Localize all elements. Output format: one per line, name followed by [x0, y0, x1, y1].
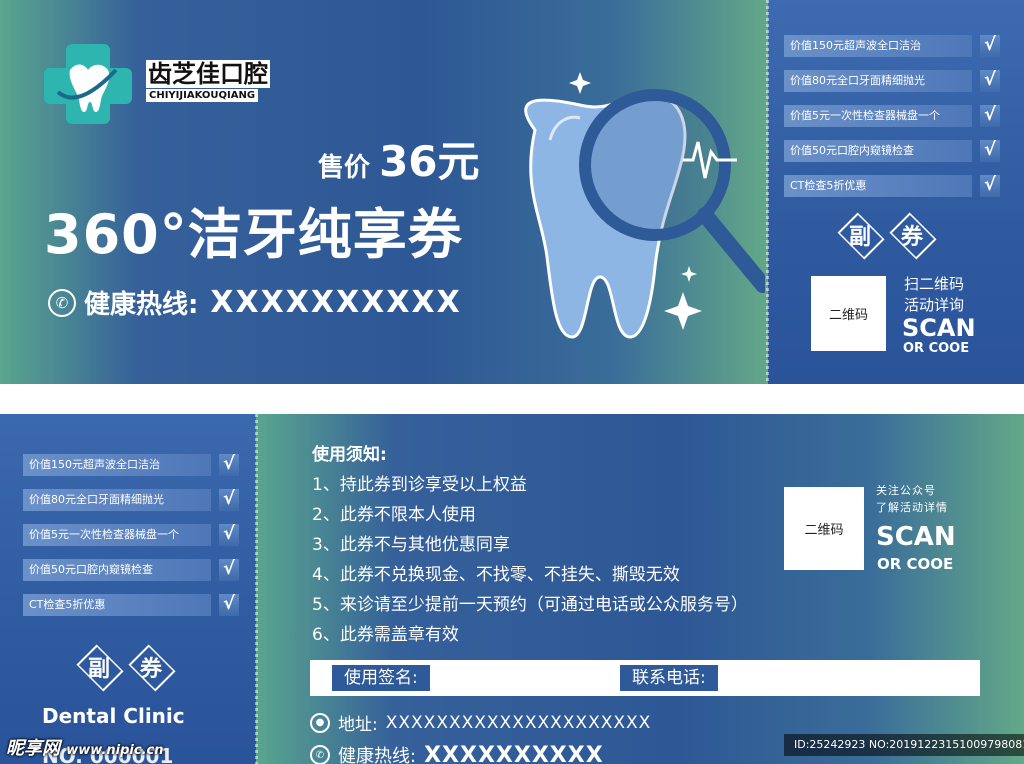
coupon-title: 360°洁牙纯享券: [44, 203, 463, 266]
check-icon: √: [219, 454, 239, 476]
diamond-icon: 副: [73, 648, 125, 686]
stub-quan: 券: [139, 657, 162, 682]
hotline-bottom: ✆ 健康热线: XXXXXXXXXX: [310, 742, 604, 764]
scan-label-bottom: SCAN: [876, 522, 956, 552]
brand-name-cn: 齿芝佳口腔: [146, 60, 270, 88]
service-label: 价值50元口腔内窥镜检查: [784, 140, 972, 162]
phone-icon: ✆: [48, 288, 76, 317]
phone-icon: ✆: [310, 745, 330, 764]
service-label: 价值5元一次性检查器械盘一个: [784, 105, 972, 127]
check-icon: √: [219, 559, 239, 581]
list-item: 价值5元一次性检查器械盘一个 √: [23, 524, 239, 546]
bottom-service-list: 价值150元超声波全口洁治 √ 价值80元全口牙面精细抛光 √ 价值5元一次性检…: [23, 454, 239, 616]
list-item: 价值5元一次性检查器械盘一个 √: [784, 105, 1000, 127]
price-prefix: 售价: [318, 153, 371, 183]
rule-item: 3、此券不与其他优惠同享: [312, 535, 510, 555]
coupon-page: 齿芝佳口腔 CHIYIJIAKOUQIANG 售价 36元 360°洁牙纯享券 …: [0, 0, 1024, 764]
check-icon: √: [219, 594, 239, 616]
service-label: 价值150元超声波全口洁治: [784, 35, 972, 57]
check-icon: √: [980, 175, 1000, 197]
clinic-name: Dental Clinic: [42, 704, 185, 728]
list-item: 价值50元口腔内窥镜检查 √: [23, 559, 239, 581]
signature-label: 使用签名:: [332, 665, 430, 691]
address-label: 地址:: [338, 715, 378, 735]
service-label: 价值80元全口牙面精细抛光: [23, 489, 211, 511]
watermark-right: ID:25242923 NO:20191223151009798081: [784, 734, 1024, 756]
tooth-magnifier-icon: [524, 72, 765, 339]
stub-fu: 副: [87, 657, 110, 682]
list-item: 价值80元全口牙面精细抛光 √: [23, 489, 239, 511]
rule-item: 6、此券需盖章有效: [312, 625, 459, 645]
rule-item: 4、此券不兑换现金、不找零、不挂失、撕毁无效: [312, 565, 680, 585]
address-value: XXXXXXXXXXXXXXXXXXXXX: [385, 712, 652, 733]
stub-badge-top: 副 券: [834, 216, 938, 254]
price-tag: 售价 36元: [318, 128, 480, 189]
qr-code-top: 二维码: [811, 276, 886, 351]
location-pin-icon: ●: [310, 712, 330, 733]
stub-badge-bottom: 副 券: [73, 648, 177, 686]
watermark-left: 昵享网 www.nipic.cn: [6, 734, 164, 760]
hotline-value: XXXXXXXXXX: [210, 285, 462, 320]
hotline-label: 健康热线:: [84, 290, 199, 320]
check-icon: √: [219, 524, 239, 546]
list-item: 价值80元全口牙面精细抛光 √: [784, 70, 1000, 92]
service-label: CT检查5折优惠: [784, 175, 972, 197]
service-label: 价值150元超声波全口洁治: [23, 454, 211, 476]
service-label: 价值5元一次性检查器械盘一个: [23, 524, 211, 546]
bottom-perforation: [255, 414, 258, 764]
list-item: CT检查5折优惠 √: [784, 175, 1000, 197]
watermark-cn: 昵享网: [6, 738, 60, 759]
check-icon: √: [980, 70, 1000, 92]
qr-code-bottom: 二维码: [784, 487, 864, 570]
qr-hint-bottom: 关注公众号 了解活动详情: [876, 482, 948, 516]
rule-item: 5、来诊请至少提前一天预约（可通过电话或公众服务号）: [312, 595, 748, 615]
or-code-label-top: OR COOE: [903, 341, 970, 356]
list-item: 价值150元超声波全口洁治 √: [23, 454, 239, 476]
watermark-url: www.nipic.cn: [66, 743, 164, 758]
list-item: 价值150元超声波全口洁治 √: [784, 35, 1000, 57]
top-perforation: [766, 0, 769, 384]
rule-item: 1、持此券到诊享受以上权益: [312, 475, 527, 495]
stub-fu: 副: [848, 225, 871, 250]
qr-hint-line2: 了解活动详情: [876, 501, 948, 514]
service-label: CT检查5折优惠: [23, 594, 211, 616]
rule-item: 2、此券不限本人使用: [312, 505, 476, 525]
brand-name-en: CHIYIJIAKOUQIANG: [146, 89, 259, 102]
check-icon: √: [980, 140, 1000, 162]
address-line: ● 地址: XXXXXXXXXXXXXXXXXXXXX: [310, 710, 651, 735]
or-code-label-bottom: OR COOE: [877, 555, 954, 573]
qr-hint-line1: 关注公众号: [876, 484, 936, 497]
list-item: 价值50元口腔内窥镜检查 √: [784, 140, 1000, 162]
check-icon: √: [980, 35, 1000, 57]
price-value: 36元: [379, 137, 480, 186]
hotline-label: 健康热线:: [338, 746, 417, 764]
check-icon: √: [219, 489, 239, 511]
list-item: CT检查5折优惠 √: [23, 594, 239, 616]
hotline-top: ✆ 健康热线: XXXXXXXXXX: [48, 284, 462, 321]
contact-phone-label: 联系电话:: [620, 665, 718, 691]
check-icon: √: [980, 105, 1000, 127]
top-service-list: 价值150元超声波全口洁治 √ 价值80元全口牙面精细抛光 √ 价值5元一次性检…: [784, 35, 1000, 197]
stub-quan: 券: [900, 225, 923, 250]
service-label: 价值50元口腔内窥镜检查: [23, 559, 211, 581]
qr-hint-line1: 扫二维码: [904, 275, 965, 293]
hotline-value: XXXXXXXXXX: [424, 742, 604, 764]
scan-label-top: SCAN: [902, 314, 976, 342]
qr-hint-top: 扫二维码 活动详询: [904, 274, 964, 316]
diamond-icon: 券: [125, 648, 177, 686]
diamond-icon: 副: [834, 216, 886, 254]
diamond-icon: 券: [886, 216, 938, 254]
clinic-logo-icon: [44, 44, 132, 124]
rules-title: 使用须知:: [312, 445, 387, 465]
qr-hint-line2: 活动详询: [904, 296, 965, 314]
service-label: 价值80元全口牙面精细抛光: [784, 70, 972, 92]
